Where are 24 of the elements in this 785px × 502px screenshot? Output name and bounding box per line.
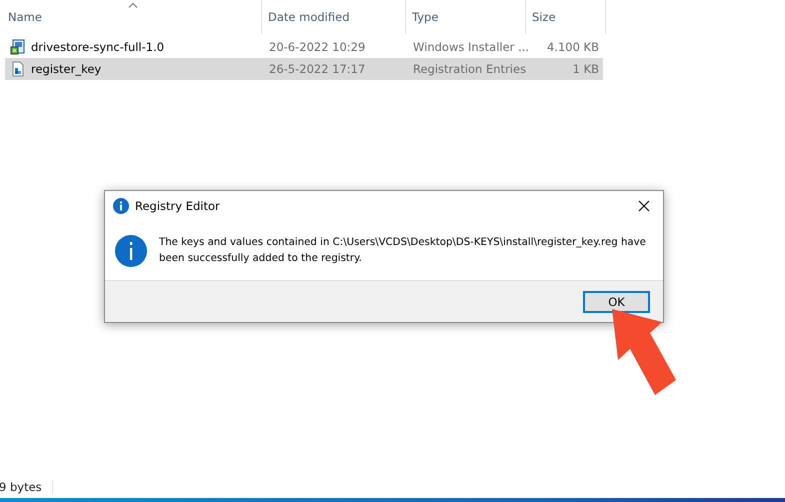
info-icon bbox=[115, 234, 147, 266]
file-name: drivestore-sync-full-1.0 bbox=[31, 40, 164, 54]
column-header[interactable]: Name bbox=[6, 0, 262, 34]
file-size: 4.100 KB bbox=[546, 40, 599, 54]
installer-file-icon bbox=[10, 39, 26, 55]
info-icon bbox=[113, 198, 129, 214]
file-type: Windows Installer ... bbox=[413, 40, 530, 54]
file-type: Registration Entries bbox=[413, 62, 526, 76]
file-date: 26-5-2022 17:17 bbox=[269, 62, 366, 76]
file-size: 1 KB bbox=[572, 62, 599, 76]
dialog-message: The keys and values contained in C:\Users\VCDS\Desktop\DS-KEYS\install\register_key.reg have been successfully added to the registry. bbox=[159, 236, 647, 266]
ok-button[interactable]: OK bbox=[583, 290, 650, 312]
column-header[interactable]: Type bbox=[406, 0, 526, 34]
file-row[interactable]: drivestore-sync-full-1.0 20-6-2022 10:29 Windows Installer ... 4.100 KB bbox=[5, 36, 603, 58]
close-icon[interactable] bbox=[638, 200, 650, 212]
registry-file-icon bbox=[10, 61, 26, 77]
column-header[interactable]: Size bbox=[526, 0, 606, 34]
dialog-title: Registry Editor bbox=[135, 199, 221, 213]
status-text: 9 bytes bbox=[0, 480, 53, 494]
sort-caret-icon bbox=[128, 2, 138, 8]
file-date: 20-6-2022 10:29 bbox=[269, 40, 366, 54]
file-row[interactable]: register_key 26-5-2022 17:17 Registration Entries 1 KB bbox=[5, 58, 603, 80]
file-name: register_key bbox=[31, 62, 102, 76]
column-header[interactable]: Date modified bbox=[262, 0, 406, 34]
